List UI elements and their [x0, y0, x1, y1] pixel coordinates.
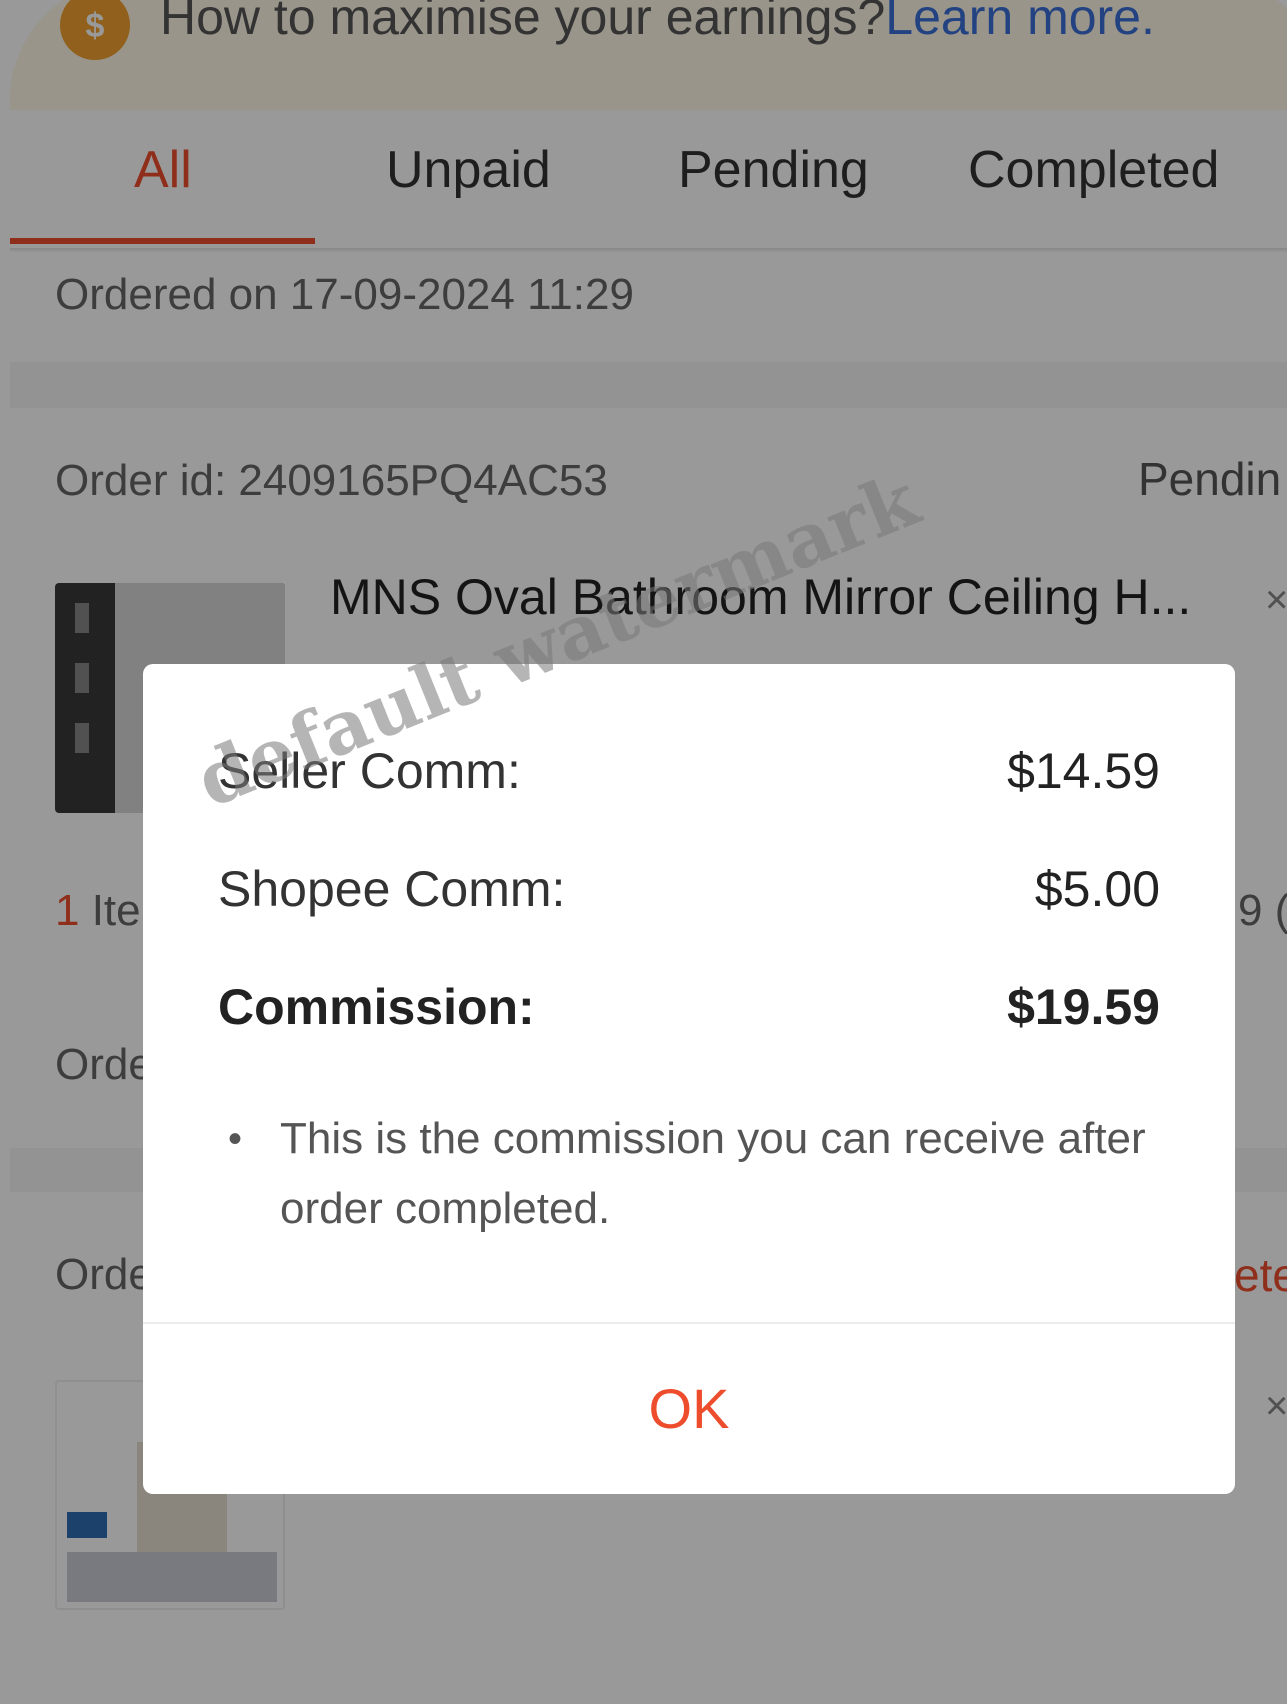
shopee-commission-label: Shopee Comm:	[218, 861, 566, 917]
seller-commission-label: Seller Comm:	[218, 743, 521, 799]
commission-dialog: Seller Comm: $14.59 Shopee Comm: $5.00 C…	[143, 664, 1235, 1494]
total-commission-label: Commission:	[218, 979, 535, 1035]
ok-button[interactable]: OK	[143, 1324, 1235, 1494]
shopee-commission-row: Shopee Comm: $5.00	[218, 860, 1160, 930]
total-commission-value: $19.59	[1007, 979, 1160, 1035]
seller-commission-value: $14.59	[1007, 743, 1160, 799]
bullet-icon: •	[228, 1117, 243, 1161]
seller-commission-row: Seller Comm: $14.59	[218, 742, 1160, 812]
commission-note-text: This is the commission you can receive a…	[280, 1114, 1146, 1233]
total-commission-row: Commission: $19.59	[218, 978, 1160, 1048]
shopee-commission-value: $5.00	[1034, 861, 1160, 917]
commission-note: • This is the commission you can receive…	[228, 1104, 1188, 1244]
